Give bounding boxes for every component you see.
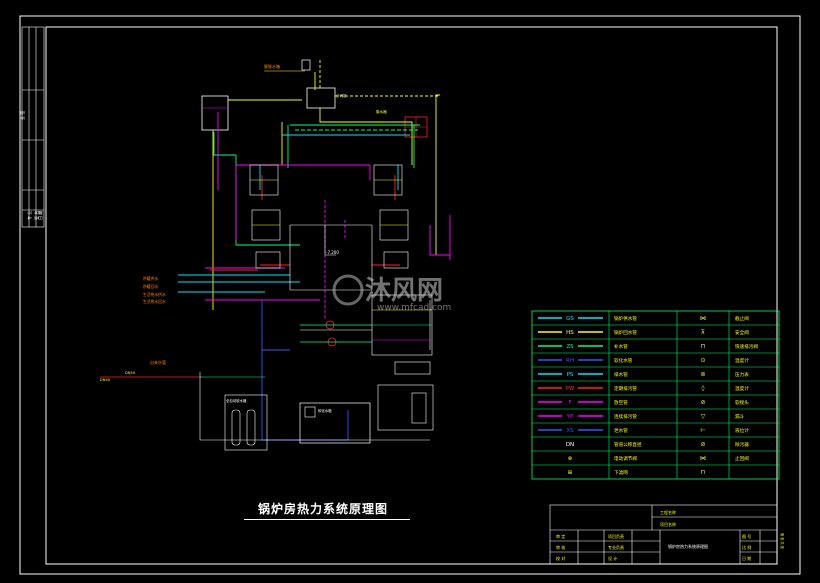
legend-symbol-label: 液位计 xyxy=(735,427,749,434)
legend-code: RH xyxy=(566,358,574,364)
legend-name: 泄水管 xyxy=(614,427,628,434)
tb-left: 审 核 xyxy=(556,544,565,550)
legend-symbol-label: 压力表 xyxy=(735,371,749,378)
legend-code: F xyxy=(568,400,571,406)
legend-symbol-label: 止回阀 xyxy=(735,455,749,462)
tb-mid: 设 计 xyxy=(608,555,617,561)
legend-symbol-label: 快速排污阀 xyxy=(735,343,758,350)
boiler-group-right xyxy=(373,164,409,269)
legend-code: XS xyxy=(566,428,574,434)
legend-code: HS xyxy=(566,330,574,336)
level-gauge-icon: ⊢ xyxy=(700,427,705,434)
legend-code: DN xyxy=(566,442,574,448)
project-name-label: 工程名称 xyxy=(660,509,676,515)
circulation-pumps xyxy=(300,320,372,347)
side-strip-label: 会 签 xyxy=(19,111,25,120)
softener-label: 全自动软水器 xyxy=(226,398,247,403)
side-strip xyxy=(21,26,45,228)
tb-left: 审 定 xyxy=(556,533,565,539)
safety-valve-icon: ⊼ xyxy=(701,329,705,336)
strainer-icon: ⊓ xyxy=(701,469,706,476)
collector-label: 集水器 xyxy=(376,109,387,114)
watermark-url: www.mfcad.com xyxy=(377,303,451,313)
drawing-title: 锅炉房热力系统原理图 xyxy=(258,502,389,516)
quick-drain-valve-icon: ⊓ xyxy=(701,343,706,350)
butterfly-valve-icon: ⋈ xyxy=(700,455,706,462)
legend-name: 补水管 xyxy=(614,343,628,350)
boiler-group-left xyxy=(249,164,281,269)
legend-name: 锅炉供水管 xyxy=(614,315,637,322)
city-water-inlet: 自来水管 DN50 DN40 xyxy=(100,359,430,441)
legend-code: GS xyxy=(566,316,574,322)
schematic-canvas: 会 签 专 业 签 名 日 期 膨胀水箱 分汽缸 集水器 -7.200 自来水管… xyxy=(19,15,801,575)
gate-valve-icon: ⋈ xyxy=(700,315,706,322)
left-vertical-box xyxy=(201,95,229,131)
tb-title: 锅炉房热力系统原理图 xyxy=(668,543,708,549)
right-manifold xyxy=(371,294,434,431)
top-box-label: 分汽缸 xyxy=(336,93,347,98)
tb-right: 图 号 xyxy=(742,533,751,539)
check-valve-icon: ⊘ xyxy=(700,399,705,406)
legend-symbol-label: 温度计 xyxy=(735,357,749,364)
legend-code: ZS xyxy=(566,344,574,350)
tb-mid: 项目负责 xyxy=(608,533,624,539)
legend: GS 锅炉供水管 ⋈ 截止阀 HS 锅炉回水管 ⊼ 安全阀 ZS 补水管 ⊓ 快速排污阀 RH 软化水管 ⊙… xyxy=(531,310,780,480)
legend-code: PW xyxy=(566,386,575,392)
tb-left: 校 对 xyxy=(556,555,565,561)
title-underline xyxy=(244,519,410,520)
tb-right: 日 期 xyxy=(742,555,751,561)
pipe-label: 供暖供水 xyxy=(143,276,158,281)
top-expansion-tank: 膨胀水箱 分汽缸 xyxy=(264,59,347,109)
item-name-label: 项目名称 xyxy=(660,521,676,527)
top-label: 膨胀水箱 xyxy=(264,63,280,69)
funnel-icon: ▽ xyxy=(701,413,706,420)
side-strip-label: 日 期 xyxy=(37,211,43,220)
inlet-label: DN40 xyxy=(100,378,111,382)
legend-code: YP xyxy=(566,414,574,420)
elevation-label: -7.200 xyxy=(326,250,339,255)
tb-right: 比 例 xyxy=(742,544,751,550)
legend-name: 软化水管 xyxy=(614,357,633,364)
pipe-label: 生活热水回水 xyxy=(143,299,166,304)
legend-name: 连续排污管 xyxy=(614,413,637,420)
legend-symbol-glyph: ⊞ xyxy=(568,470,573,476)
legend-symbol-label: 温度计 xyxy=(735,385,749,392)
right-collector: 集水器 xyxy=(376,109,428,138)
inlet-label: 自来水管 xyxy=(150,359,166,365)
tb-sheet: 第 张 共 张 xyxy=(780,533,785,550)
pipe-label: 供暖回水 xyxy=(143,284,158,289)
legend-symbol-label: 安全阀 xyxy=(735,329,749,336)
legend-symbol-label: 漏斗 xyxy=(735,413,745,420)
legend-symbol-label: 软接头 xyxy=(735,399,749,406)
tb-mid: 专业负责 xyxy=(608,544,624,550)
legend-symbol-label: 截止阀 xyxy=(735,315,749,322)
tank-label: 软化水箱 xyxy=(318,408,332,413)
legend-name: 电动调节阀 xyxy=(614,455,637,462)
manometer-icon: ⊚ xyxy=(700,371,705,378)
legend-name: 下滤网 xyxy=(614,469,628,476)
pipe-label: 生活热水供水 xyxy=(143,292,166,297)
watermark: 沐风网 www.mfcad.com xyxy=(332,274,451,313)
pressure-gauge-icon: ⊙ xyxy=(700,357,705,364)
thermometer-icon: ◊ xyxy=(702,385,705,392)
legend-symbol-label: 除污器 xyxy=(735,441,749,448)
legend-name: 排水管 xyxy=(614,371,628,378)
legend-name: 放空管 xyxy=(614,399,628,406)
legend-code: PS xyxy=(567,372,574,378)
watermark-text: 沐风网 xyxy=(365,276,443,306)
legend-name: 锅炉回水管 xyxy=(614,329,637,336)
legend-symbol-glyph: ⊗ xyxy=(568,456,573,462)
inlet-label: DN50 xyxy=(125,371,136,375)
legend-name: 管道公称直径 xyxy=(614,441,642,448)
side-strip-label: 专 业 xyxy=(26,211,32,220)
filter-icon: ⊘ xyxy=(700,441,705,448)
legend-name: 定期排污管 xyxy=(614,385,637,392)
